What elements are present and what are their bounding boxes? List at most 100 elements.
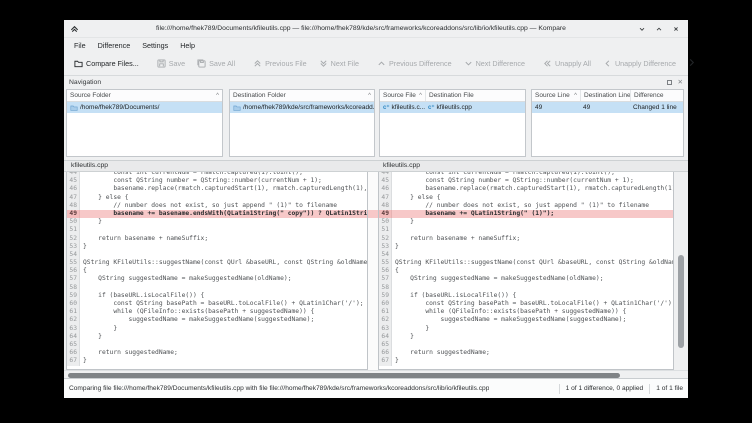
- next-difference-label: Next Difference: [476, 59, 525, 68]
- close-button[interactable]: [672, 25, 680, 33]
- minimize-button[interactable]: [638, 25, 646, 33]
- line-number: 47: [67, 194, 80, 202]
- code-line: 53 }: [67, 243, 367, 251]
- line-number: 59: [67, 292, 80, 300]
- line-text: [80, 251, 83, 259]
- line-text: }: [392, 357, 399, 365]
- line-number: 67: [379, 357, 392, 365]
- menu-settings[interactable]: Settings: [136, 41, 174, 50]
- line-text: {: [392, 267, 399, 275]
- vertical-scrollbar-thumb[interactable]: [678, 255, 684, 348]
- previous-difference-button[interactable]: Previous Difference: [371, 56, 458, 71]
- line-text: [80, 226, 83, 234]
- destination-file-name: kfileutils.cpp: [437, 104, 472, 111]
- menu-difference[interactable]: Difference: [92, 41, 137, 50]
- vertical-scrollbar[interactable]: [676, 172, 686, 370]
- difference-header[interactable]: Difference: [630, 90, 683, 101]
- line-text: }: [392, 325, 429, 333]
- code-line: 54: [379, 251, 673, 259]
- toolbar-overflow-button[interactable]: [682, 56, 701, 71]
- destination-file-header[interactable]: Destination File: [425, 90, 525, 101]
- source-folder-row[interactable]: /home/fhek789/Documents/: [67, 102, 222, 113]
- horizontal-scrollbar[interactable]: [64, 370, 688, 378]
- line-number: 57: [67, 275, 80, 283]
- unapply-difference-button[interactable]: Unapply Difference: [597, 56, 682, 71]
- next-file-button[interactable]: Next File: [313, 56, 365, 71]
- line-text: }: [80, 357, 87, 365]
- line-number: 46: [379, 185, 392, 193]
- line-text: }: [392, 243, 399, 251]
- code-line: 61 while (QFileInfo::exists(basePath + s…: [379, 308, 673, 316]
- sort-caret-icon: ^: [214, 93, 219, 99]
- source-line-header[interactable]: Source Line ^: [532, 90, 580, 101]
- sort-caret-icon: ^: [417, 93, 422, 99]
- difference-value: Changed 1 line: [630, 102, 683, 113]
- double-chevron-down-icon: [319, 59, 328, 68]
- compare-files-button[interactable]: Compare Files...: [68, 56, 145, 71]
- unapply-all-button[interactable]: Unapply All: [537, 56, 597, 71]
- code-line: 64 }: [67, 333, 367, 341]
- code-line: 66 return suggestedName;: [67, 349, 367, 357]
- chevron-left-icon: [603, 59, 612, 68]
- file-list: Source File ^ Destination File c⁺ kfileu…: [379, 89, 526, 157]
- titlebar[interactable]: file:///home/fhek789/Documents/kfileutil…: [64, 20, 688, 38]
- line-text: return basename + nameSuffix;: [80, 235, 208, 243]
- line-number: 62: [379, 316, 392, 324]
- line-text: suggestedName = makeSuggestedName(sugges…: [80, 316, 314, 324]
- unapply-all-label: Unapply All: [555, 59, 591, 68]
- code-line: 57 QString suggestedName = makeSuggested…: [67, 275, 367, 283]
- source-diff-pane[interactable]: 44 const int currentNum = rmatch.capture…: [66, 172, 368, 370]
- line-text: return basename + nameSuffix;: [392, 235, 520, 243]
- toolbar: Compare Files... Save Save All Previous …: [64, 52, 688, 76]
- difference-row[interactable]: 49 49 Changed 1 line: [532, 102, 683, 113]
- line-text: }: [80, 243, 87, 251]
- line-number: 65: [67, 341, 80, 349]
- destination-folder-row[interactable]: /home/fhek789/kde/src/frameworks/kcoread…: [230, 102, 374, 113]
- line-number: 65: [379, 341, 392, 349]
- line-text: // number does not exist, so just append…: [392, 202, 649, 210]
- source-folder-header[interactable]: Source Folder ^: [67, 90, 222, 101]
- code-line: 52 return basename + nameSuffix;: [379, 235, 673, 243]
- line-number: 45: [67, 177, 80, 185]
- code-line: 50 }: [67, 218, 367, 226]
- line-number: 59: [379, 292, 392, 300]
- navigation-dock-title: Navigation: [69, 79, 101, 86]
- destination-line-header[interactable]: Destination Line: [580, 90, 630, 101]
- source-file-header[interactable]: Source File ^: [380, 90, 425, 101]
- destination-folder-header[interactable]: Destination Folder ^: [230, 90, 374, 101]
- line-number: 66: [379, 349, 392, 357]
- file-row[interactable]: c⁺ kfileutils.c... c⁺ kfileutils.cpp: [380, 102, 525, 113]
- cpp-file-icon: c⁺: [428, 104, 435, 111]
- close-dock-icon[interactable]: ✕: [678, 80, 683, 85]
- line-text: [80, 284, 83, 292]
- line-number: 53: [379, 243, 392, 251]
- code-line: 47 } else {: [67, 194, 367, 202]
- code-line: 67 }: [379, 357, 673, 365]
- menu-file[interactable]: File: [68, 41, 92, 50]
- float-dock-icon[interactable]: [667, 80, 672, 85]
- line-text: while (QFileInfo::exists(basePath + sugg…: [392, 308, 626, 316]
- line-text: [392, 284, 395, 292]
- line-text: }: [392, 218, 414, 226]
- window-title: file:///home/fhek789/Documents/kfileutil…: [94, 25, 628, 32]
- code-line: 58: [379, 284, 673, 292]
- horizontal-scrollbar-thumb[interactable]: [68, 373, 620, 378]
- line-text: }: [80, 218, 102, 226]
- line-number: 50: [67, 218, 80, 226]
- menu-help[interactable]: Help: [174, 41, 201, 50]
- folder-icon: [70, 104, 78, 112]
- status-message: Comparing file file:///home/fhek789/Docu…: [69, 385, 489, 392]
- kompare-window: file:///home/fhek789/Documents/kfileutil…: [64, 20, 688, 398]
- difference-count: 1 of 1 difference, 0 applied: [566, 385, 644, 392]
- save-all-button[interactable]: Save All: [191, 56, 241, 71]
- destination-diff-pane[interactable]: 44 const int currentNum = rmatch.capture…: [378, 172, 674, 370]
- save-label: Save: [169, 59, 185, 68]
- unapply-difference-label: Unapply Difference: [615, 59, 676, 68]
- code-line: 64 }: [379, 333, 673, 341]
- line-text: if (baseURL.isLocalFile()) {: [392, 292, 516, 300]
- previous-file-button[interactable]: Previous File: [247, 56, 313, 71]
- next-difference-button[interactable]: Next Difference: [458, 56, 531, 71]
- maximize-button[interactable]: [655, 25, 663, 33]
- code-line: 63 }: [67, 325, 367, 333]
- save-button[interactable]: Save: [151, 56, 191, 71]
